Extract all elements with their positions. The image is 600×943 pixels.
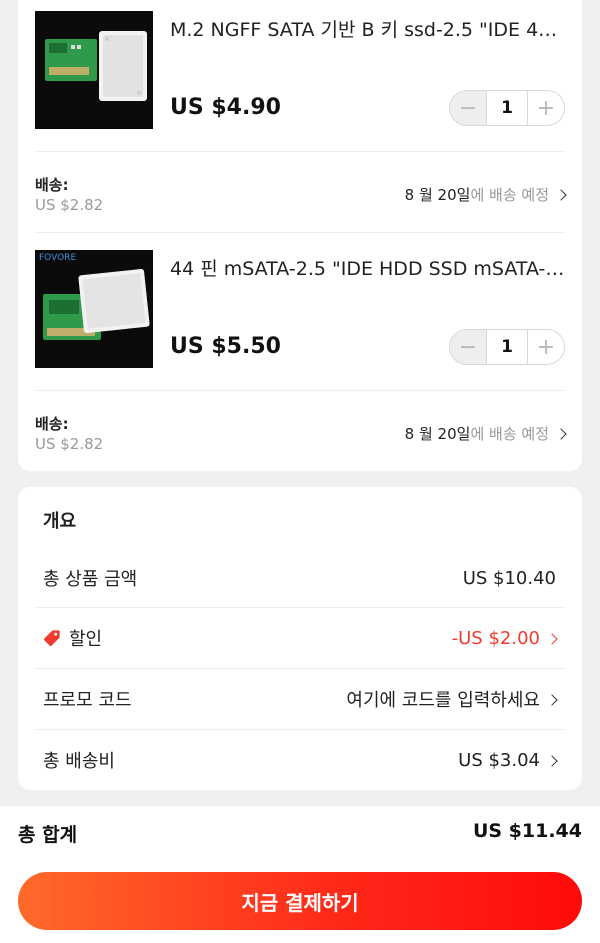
chevron-right-icon bbox=[546, 754, 558, 767]
shipping-total-value-group[interactable]: US $3.04 bbox=[458, 749, 558, 771]
delivery-suffix: 에 배송 예정 bbox=[470, 186, 549, 204]
product-price: US $5.50 bbox=[170, 334, 281, 359]
divider bbox=[35, 390, 565, 391]
delivery-date: 8 월 20일 bbox=[404, 425, 471, 443]
chevron-right-icon bbox=[555, 189, 567, 201]
subtotal-row: 총 상품 금액 US $10.40 bbox=[35, 548, 565, 608]
promo-code-row[interactable]: 프로모 코드 여기에 코드를 입력하세요 bbox=[35, 669, 565, 729]
promo-code-label: 프로모 코드 bbox=[43, 690, 132, 711]
shipping-total-row[interactable]: 총 배송비 US $3.04 bbox=[35, 730, 565, 790]
ssd-adapter-image bbox=[35, 11, 153, 129]
quantity-value[interactable]: 1 bbox=[486, 91, 528, 125]
quantity-value[interactable]: 1 bbox=[486, 330, 528, 364]
chevron-right-icon bbox=[546, 632, 558, 645]
order-summary-card: 개요 총 상품 금액 US $10.40 할인 -US $2.00 프로모 코드… bbox=[18, 487, 582, 790]
cart-items-card: M.2 NGFF SATA 기반 B 키 ssd-2.5 "IDE 44... … bbox=[18, 0, 582, 471]
subtotal-label: 총 상품 금액 bbox=[43, 569, 138, 590]
shipping-row[interactable]: 배송: US $2.82 8 월 20일 에 배송 예정 bbox=[35, 413, 567, 457]
delivery-suffix: 에 배송 예정 bbox=[470, 425, 549, 443]
shipping-total-label: 총 배송비 bbox=[43, 751, 115, 772]
msata-adapter-image bbox=[35, 250, 153, 368]
product-image[interactable] bbox=[35, 11, 153, 129]
shipping-cost: US $2.82 bbox=[35, 196, 104, 214]
cart-item[interactable]: M.2 NGFF SATA 기반 B 키 ssd-2.5 "IDE 44... … bbox=[35, 11, 565, 129]
checkout-footer: 총 합계 US $11.44 지금 결제하기 bbox=[0, 806, 600, 943]
delivery-estimate[interactable]: 8 월 20일 에 배송 예정 bbox=[404, 184, 567, 205]
discount-value: -US $2.00 bbox=[451, 627, 540, 649]
discount-label: 할인 bbox=[69, 629, 103, 650]
quantity-stepper[interactable]: − 1 + bbox=[449, 329, 565, 365]
promo-code-input-group[interactable]: 여기에 코드를 입력하세요 bbox=[346, 686, 558, 712]
chevron-right-icon bbox=[546, 693, 558, 706]
delivery-date: 8 월 20일 bbox=[404, 186, 471, 204]
cart-item[interactable]: FOVORE 44 핀 mSATA-2.5 "IDE HDD SSD mSATA… bbox=[35, 250, 565, 368]
chevron-right-icon bbox=[555, 428, 567, 440]
grand-total-value: US $11.44 bbox=[472, 820, 582, 842]
shipping-row[interactable]: 배송: US $2.82 8 월 20일 에 배송 예정 bbox=[35, 174, 567, 218]
shipping-label: 배송: bbox=[35, 415, 69, 433]
product-title[interactable]: 44 핀 mSATA-2.5 "IDE HDD SSD mSATA-P... bbox=[170, 254, 565, 281]
tag-icon bbox=[43, 630, 60, 647]
divider bbox=[35, 232, 565, 233]
shipping-label: 배송: bbox=[35, 176, 69, 194]
minus-icon[interactable]: − bbox=[450, 330, 486, 364]
product-brand: FOVORE bbox=[39, 253, 77, 263]
shipping-cost: US $2.82 bbox=[35, 435, 104, 453]
plus-icon[interactable]: + bbox=[528, 330, 564, 364]
quantity-stepper[interactable]: − 1 + bbox=[449, 90, 565, 126]
discount-value-group[interactable]: -US $2.00 bbox=[451, 627, 558, 649]
pay-now-button[interactable]: 지금 결제하기 bbox=[18, 872, 582, 930]
subtotal-value: US $10.40 bbox=[462, 567, 556, 589]
delivery-estimate[interactable]: 8 월 20일 에 배송 예정 bbox=[404, 423, 567, 444]
shipping-total-value: US $3.04 bbox=[458, 749, 540, 771]
promo-code-placeholder[interactable]: 여기에 코드를 입력하세요 bbox=[346, 686, 540, 712]
divider bbox=[35, 151, 565, 152]
minus-icon[interactable]: − bbox=[450, 91, 486, 125]
product-image[interactable]: FOVORE bbox=[35, 250, 153, 368]
summary-title: 개요 bbox=[43, 511, 77, 532]
discount-label-group: 할인 bbox=[43, 625, 102, 651]
plus-icon[interactable]: + bbox=[528, 91, 564, 125]
grand-total-label: 총 합계 bbox=[18, 824, 78, 846]
product-title[interactable]: M.2 NGFF SATA 기반 B 키 ssd-2.5 "IDE 44... bbox=[170, 15, 565, 42]
product-price: US $4.90 bbox=[170, 95, 281, 120]
discount-row[interactable]: 할인 -US $2.00 bbox=[35, 608, 565, 668]
